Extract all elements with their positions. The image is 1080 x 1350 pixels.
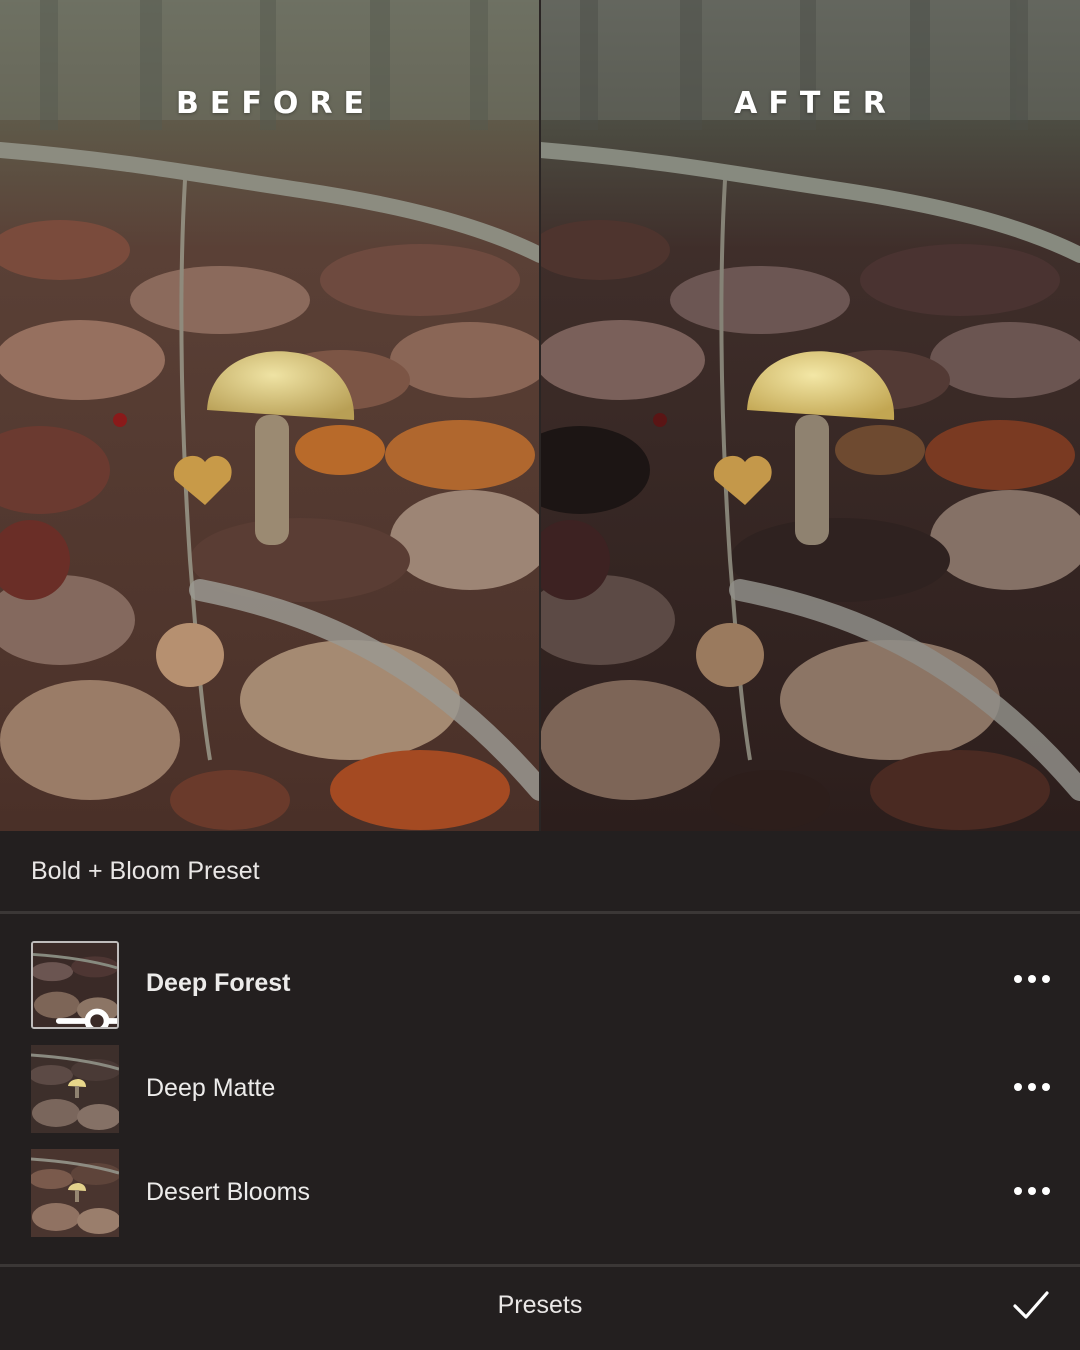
preset-pack-title: Bold + Bloom Preset bbox=[31, 857, 260, 885]
more-dots-icon[interactable] bbox=[1014, 1186, 1050, 1196]
comparison-divider[interactable] bbox=[539, 0, 541, 831]
preset-editor-screen: BEFORE AFTER Bold + Bloom Preset Deep Fo… bbox=[0, 0, 1080, 1350]
after-image bbox=[540, 0, 1080, 831]
preset-name: Deep Matte bbox=[146, 1074, 276, 1102]
presets-tab-label[interactable]: Presets bbox=[0, 1291, 1080, 1320]
before-label: BEFORE bbox=[176, 86, 375, 121]
preset-item-deep-forest[interactable]: Deep Forest bbox=[0, 941, 1080, 1031]
preset-thumbnail[interactable] bbox=[31, 1149, 119, 1237]
preset-item-desert-blooms[interactable]: Desert Blooms bbox=[0, 1149, 1080, 1239]
before-photo: BEFORE bbox=[0, 0, 540, 831]
before-image bbox=[0, 0, 540, 831]
before-after-comparison: BEFORE AFTER bbox=[0, 0, 1080, 831]
preset-name: Deep Forest bbox=[146, 969, 291, 997]
preset-item-deep-matte[interactable]: Deep Matte bbox=[0, 1045, 1080, 1135]
panel-divider bbox=[0, 911, 1080, 914]
checkmark-icon[interactable] bbox=[1012, 1289, 1050, 1321]
more-dots-icon[interactable] bbox=[1014, 1082, 1050, 1092]
slider-adjust-icon bbox=[55, 1008, 117, 1027]
footer-divider bbox=[0, 1264, 1080, 1267]
after-label: AFTER bbox=[734, 86, 897, 121]
more-dots-icon[interactable] bbox=[1014, 974, 1050, 984]
preset-name: Desert Blooms bbox=[146, 1178, 310, 1206]
preset-panel: Bold + Bloom Preset Deep Forest Deep Mat… bbox=[0, 831, 1080, 1350]
preset-thumbnail[interactable] bbox=[31, 941, 119, 1029]
after-photo: AFTER bbox=[540, 0, 1080, 831]
preset-thumbnail[interactable] bbox=[31, 1045, 119, 1133]
